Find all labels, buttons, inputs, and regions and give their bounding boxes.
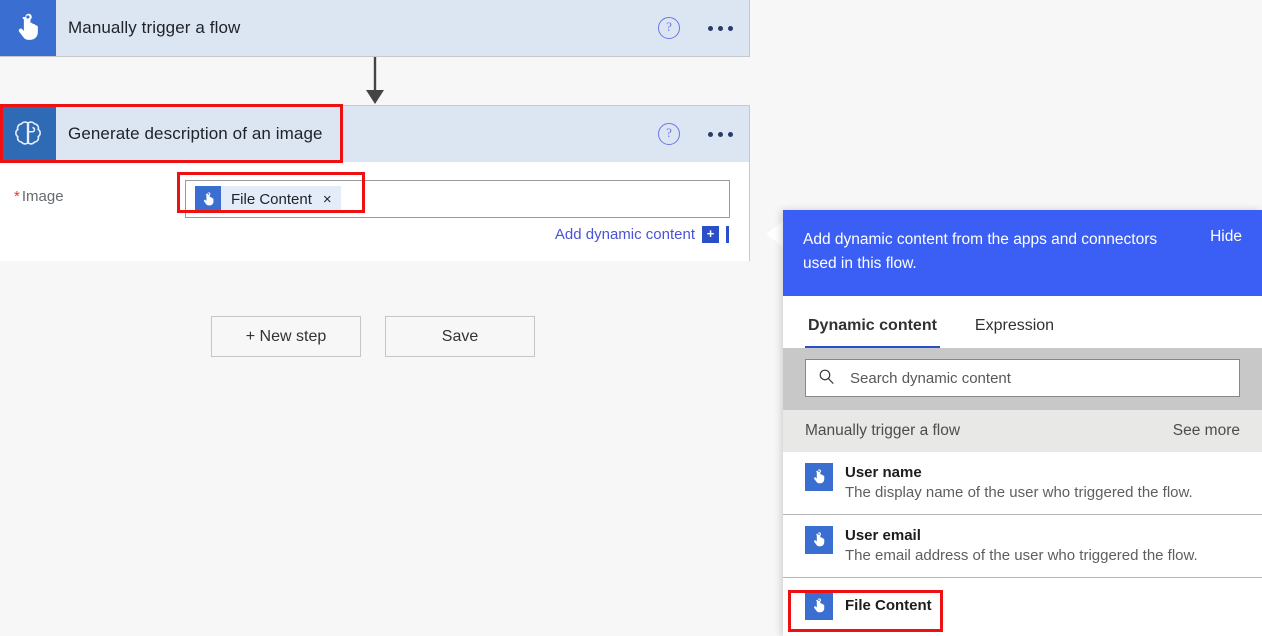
dynamic-content-group-header: Manually trigger a flow See more xyxy=(783,410,1262,452)
trigger-card[interactable]: Manually trigger a flow ? xyxy=(0,0,750,57)
dynamic-token-file-content[interactable]: File Content × xyxy=(195,186,341,212)
designer-button-row: + New step Save xyxy=(211,316,535,357)
list-item-description: The email address of the user who trigge… xyxy=(845,547,1198,564)
dynamic-content-panel: Add dynamic content from the apps and co… xyxy=(783,210,1262,636)
new-step-button[interactable]: + New step xyxy=(211,316,361,357)
panel-tabs: Dynamic content Expression xyxy=(783,296,1262,348)
tap-finger-icon xyxy=(805,526,833,554)
list-item[interactable]: User name The display name of the user w… xyxy=(783,452,1262,515)
list-item-text: User email The email address of the user… xyxy=(845,525,1198,567)
tab-expression[interactable]: Expression xyxy=(972,317,1057,348)
action-header-actions: ? xyxy=(658,106,735,162)
see-more-link[interactable]: See more xyxy=(1173,422,1240,440)
plus-icon: + xyxy=(702,226,719,243)
brain-ai-icon xyxy=(0,106,56,162)
tap-finger-icon xyxy=(805,592,833,620)
required-marker: * xyxy=(14,188,20,205)
token-label: File Content xyxy=(231,191,312,208)
hide-panel-link[interactable]: Hide xyxy=(1210,228,1242,246)
help-icon[interactable]: ? xyxy=(658,123,680,145)
list-item[interactable]: User email The email address of the user… xyxy=(783,515,1262,578)
search-input[interactable] xyxy=(848,369,1202,388)
action-title: Generate description of an image xyxy=(68,124,323,144)
add-dynamic-content-link[interactable]: Add dynamic content + xyxy=(555,226,729,243)
ellipsis-icon[interactable] xyxy=(706,20,735,37)
tap-finger-icon xyxy=(805,463,833,491)
action-card-header[interactable]: Generate description of an image ? xyxy=(0,106,749,162)
panel-banner: Add dynamic content from the apps and co… xyxy=(783,210,1262,296)
search-area xyxy=(783,348,1262,410)
image-field-label: *Image xyxy=(14,188,64,205)
image-label-text: Image xyxy=(22,188,64,205)
trigger-card-header[interactable]: Manually trigger a flow ? xyxy=(0,0,749,56)
cursor-bar xyxy=(726,226,729,243)
add-dynamic-content-label: Add dynamic content xyxy=(555,226,695,243)
list-item-description: The display name of the user who trigger… xyxy=(845,484,1193,501)
tap-finger-icon xyxy=(195,186,221,212)
flow-connector-arrow xyxy=(355,57,395,105)
list-item-text: User name The display name of the user w… xyxy=(845,462,1193,504)
action-card[interactable]: Generate description of an image ? *Imag… xyxy=(0,105,750,261)
search-icon xyxy=(818,368,835,389)
tap-finger-icon xyxy=(0,0,56,56)
help-icon[interactable]: ? xyxy=(658,17,680,39)
ellipsis-icon[interactable] xyxy=(706,126,735,143)
trigger-title: Manually trigger a flow xyxy=(68,18,240,38)
group-title: Manually trigger a flow xyxy=(805,422,960,440)
list-item-text: File Content xyxy=(845,591,932,620)
tab-dynamic-content[interactable]: Dynamic content xyxy=(805,317,940,348)
search-box[interactable] xyxy=(805,359,1240,397)
trigger-header-actions: ? xyxy=(658,0,735,56)
list-item-title: User name xyxy=(845,464,922,481)
dynamic-content-list: User name The display name of the user w… xyxy=(783,452,1262,633)
flow-designer-canvas: Manually trigger a flow ? Generat xyxy=(0,0,750,636)
save-button[interactable]: Save xyxy=(385,316,535,357)
close-icon[interactable]: × xyxy=(323,191,332,208)
list-item-title: File Content xyxy=(845,597,932,614)
action-card-body: *Image File Content × Add dynamic conten… xyxy=(0,162,749,261)
image-field-input[interactable]: File Content × xyxy=(185,180,730,218)
list-item[interactable]: File Content xyxy=(783,578,1262,633)
panel-banner-message: Add dynamic content from the apps and co… xyxy=(803,228,1178,276)
list-item-title: User email xyxy=(845,527,921,544)
